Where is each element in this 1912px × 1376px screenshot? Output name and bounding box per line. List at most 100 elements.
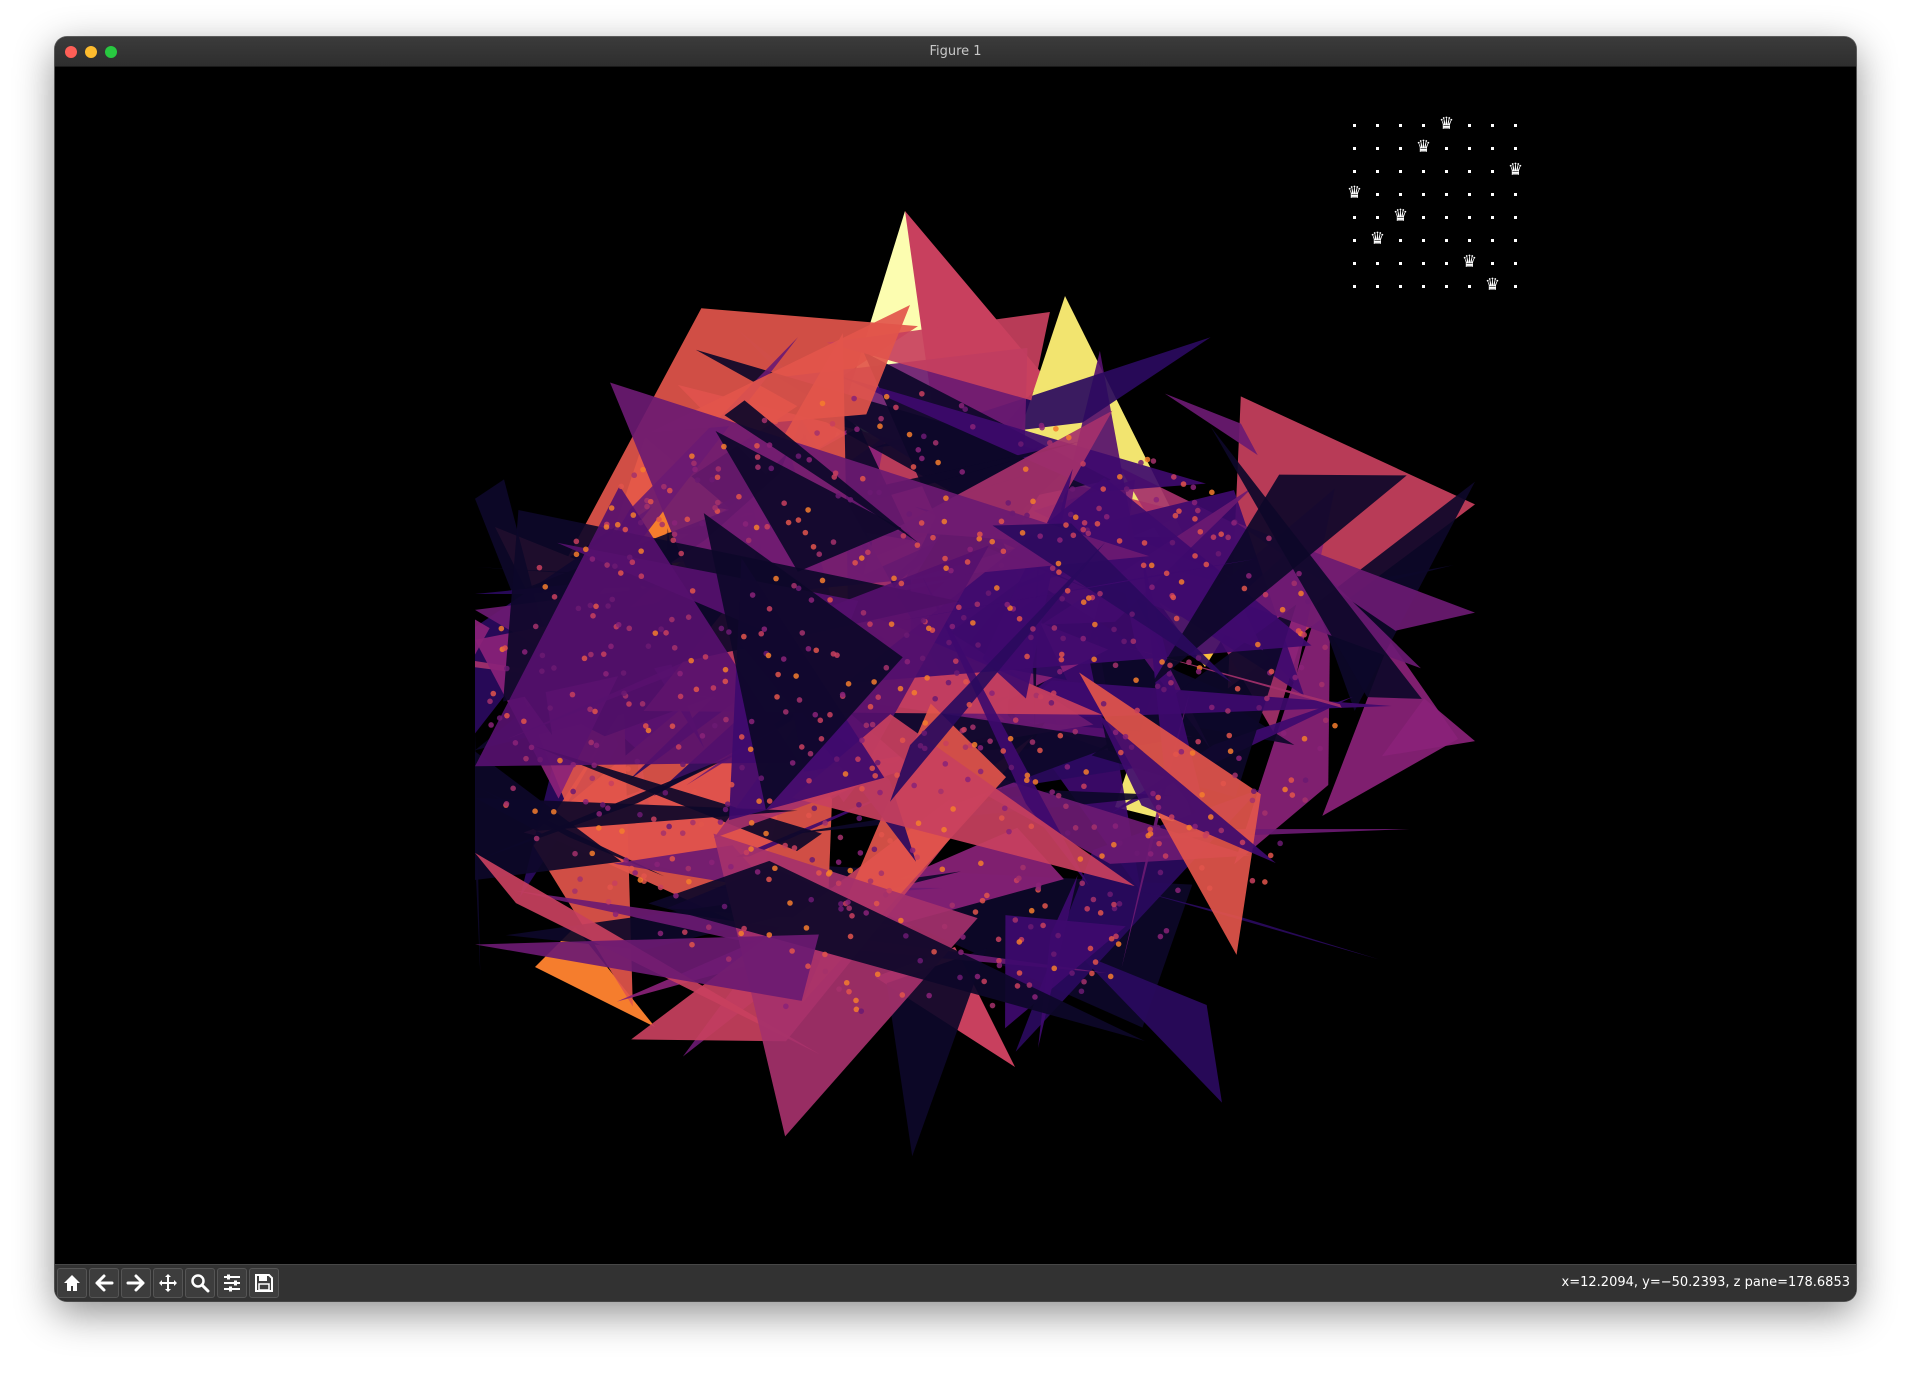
scatter-dot [974,973,981,980]
scatter-dot [654,861,660,868]
queen-marker: ♛ [1507,160,1524,180]
scatter-dot [671,520,678,526]
scatter-dot [1322,644,1328,651]
board-dot [1343,275,1366,298]
scatter-dot [1138,459,1144,466]
scatter-dot [805,645,812,652]
board-dot [1343,114,1366,137]
scatter-dot [680,761,686,768]
scatter-dot [618,570,624,576]
scatter-dot [871,846,878,853]
board-dot [1504,275,1527,298]
scatter-dot [686,878,692,885]
scatter-dot [1081,519,1088,526]
queen-marker: ♛ [1438,114,1455,134]
scatter-dot [768,465,775,472]
scatter-dot [502,645,508,651]
scatter-dot [708,859,715,866]
scatter-dot [765,652,772,659]
scatter-dot [1030,498,1036,505]
scatter-dot [1069,486,1076,492]
scatter-dot [1118,749,1124,756]
scatter-dot [807,750,814,757]
scatter-dot [931,948,937,955]
scatter-dot [523,755,529,762]
scatter-dot [994,585,1000,591]
scatter-dot [1191,499,1198,506]
scatter-dot [858,555,865,561]
scatter-dot [1078,988,1085,995]
scatter-dot [1195,668,1202,675]
scatter-dot [614,521,621,528]
title-bar[interactable]: Figure 1 [55,37,1856,67]
scatter-dot [970,620,976,626]
board-dot [1389,275,1412,298]
board-dot [1481,229,1504,252]
polygon-artwork [475,211,1475,1157]
home-button[interactable] [57,1268,87,1298]
scatter-dot [587,706,593,713]
scatter-dot [661,483,667,490]
scatter-dot [629,559,636,566]
scatter-dot [591,762,598,769]
scatter-dot [1189,750,1196,756]
scatter-dot [856,815,863,822]
scatter-dot [1016,970,1023,976]
scatter-dot [728,863,734,870]
scatter-dot [1155,804,1162,811]
scatter-dot [742,521,749,527]
scatter-dot [503,801,510,807]
scatter-dot [1092,621,1098,628]
plot-canvas[interactable]: ♛ ♛ ♛ ♛ ♛ ♛ ♛ ♛ [55,67,1856,1300]
board-dot [1504,137,1527,160]
board-dot [1481,183,1504,206]
scatter-dot [1077,856,1084,862]
scatter-dot [1234,685,1241,692]
scatter-dot [758,630,765,637]
scatter-dot [1264,695,1270,702]
scatter-dot [603,524,610,530]
scatter-dot [920,617,927,624]
scatter-dot [878,870,885,877]
scatter-dot [599,802,606,808]
scatter-dot [1008,764,1015,771]
scatter-dot [1000,748,1007,754]
scatter-dot [1141,540,1148,546]
pan-button[interactable] [153,1268,183,1298]
forward-button[interactable] [121,1268,151,1298]
scatter-dot [958,949,964,956]
scatter-dot [603,671,609,677]
scatter-dot [691,788,698,795]
sliders-icon [224,1274,240,1292]
scatter-dot [835,493,842,499]
scatter-dot [898,580,905,587]
scatter-dot [970,724,976,730]
board-dot [1481,137,1504,160]
scatter-dot [766,876,772,883]
scatter-dot [1028,923,1034,930]
scatter-dot [723,716,729,723]
scatter-dot [1064,764,1071,770]
board-dot [1389,183,1412,206]
scatter-dot [1057,732,1064,739]
scatter-dot [761,417,768,424]
scatter-dot [1298,590,1304,597]
scatter-dot [1192,553,1198,559]
scatter-dot [996,957,1002,964]
zoom-button[interactable] [185,1268,215,1298]
board-dot [1366,137,1389,160]
scatter-dot [1116,538,1123,544]
scatter-dot [533,835,540,842]
scatter-dot [689,941,695,948]
scatter-dot [532,623,539,630]
configure-subplots-button[interactable] [217,1268,247,1298]
scatter-dot [504,712,510,719]
scatter-dot [588,651,594,658]
board-dot [1366,183,1389,206]
scatter-dot [1232,772,1238,779]
back-button[interactable] [89,1268,119,1298]
scatter-dot [1112,823,1119,829]
save-button[interactable] [249,1268,279,1298]
scatter-dot [839,691,846,698]
scatter-dot [715,466,722,472]
